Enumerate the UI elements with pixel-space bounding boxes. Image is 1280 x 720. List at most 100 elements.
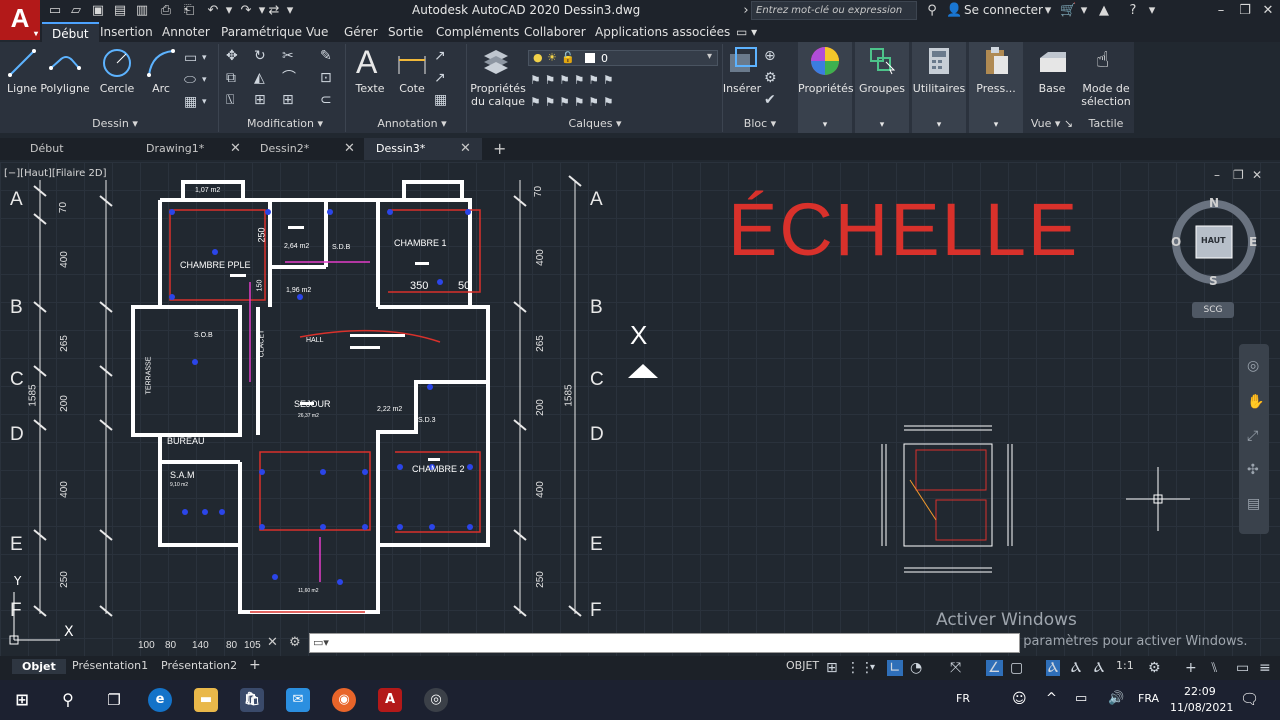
clean-screen-icon[interactable]: ▭ <box>1236 660 1249 676</box>
restore-icon[interactable]: ❐ <box>1237 3 1253 19</box>
copy-icon[interactable]: ⧉ <box>226 70 236 86</box>
save-as-icon[interactable]: ▤ <box>112 3 128 19</box>
lightbulb-icon[interactable]: ● <box>533 51 543 64</box>
close-tab-icon[interactable]: ✕ <box>460 138 471 160</box>
base-button-label[interactable]: Base <box>1028 82 1076 95</box>
panel-bloc-label[interactable]: Bloc ▾ <box>730 117 790 130</box>
workspace-icon[interactable]: ⚙ <box>1148 660 1161 676</box>
help-dropdown-icon[interactable]: ▾ <box>1144 3 1160 19</box>
layout-tab-presentation2[interactable]: Présentation2 <box>161 659 237 672</box>
new-tab-icon[interactable]: + <box>493 138 506 160</box>
annotation-monitor-icon[interactable]: + <box>1185 660 1197 676</box>
color-wheel-icon[interactable] <box>809 45 841 77</box>
file-explorer-icon[interactable]: ▬ <box>194 688 218 712</box>
line-icon[interactable] <box>7 48 37 78</box>
autocad-taskbar-icon[interactable]: A <box>378 688 402 712</box>
customization-icon[interactable]: ≡ <box>1259 660 1271 676</box>
network-icon[interactable]: ▭ <box>1075 691 1087 706</box>
insert-block-icon[interactable] <box>728 46 758 76</box>
ortho-mode-icon[interactable]: ∟ <box>887 660 903 676</box>
text-icon[interactable]: A <box>356 44 377 81</box>
mail-icon[interactable]: ✉ <box>286 688 310 712</box>
ucs-menu[interactable]: SCG <box>1192 302 1234 318</box>
user-icon[interactable]: 👤 <box>946 3 962 19</box>
object-snap-tracking-icon[interactable]: ∠ <box>986 660 1003 676</box>
grid-display-icon[interactable]: ⊞ <box>826 660 838 676</box>
plot-icon[interactable]: ⎗ <box>181 3 197 19</box>
pan-icon[interactable]: ✋ <box>1247 394 1264 410</box>
layer-dropdown[interactable]: ● ☀ 🔓 0 ▾ <box>528 50 718 66</box>
selection-mode-button-label[interactable]: Mode de sélection <box>1078 82 1134 108</box>
tab-insertion[interactable]: Insertion <box>100 25 153 39</box>
store-icon[interactable]: 🛍 <box>240 688 264 712</box>
stretch-icon[interactable]: ⍂ <box>226 92 234 108</box>
redo-icon[interactable]: ↷ <box>238 3 254 19</box>
panel-modification-label[interactable]: Modification ▾ <box>230 117 340 130</box>
groups-button-label[interactable]: Groupes <box>855 82 909 95</box>
fillet-icon[interactable]: ⌒ <box>282 70 296 86</box>
insert-button-label[interactable]: Insérer <box>722 82 762 95</box>
clock-time[interactable]: 22:09 <box>1184 685 1216 698</box>
panel-groupes[interactable]: Groupes ▾ <box>855 42 909 133</box>
viewcube-east[interactable]: E <box>1249 235 1257 249</box>
scale-icon[interactable]: ⊞ <box>254 92 266 108</box>
command-history-icon[interactable]: ▭▾ <box>313 636 329 649</box>
people-icon[interactable]: ☺ <box>1012 691 1027 707</box>
tray-up-icon[interactable]: ^ <box>1046 691 1057 706</box>
help-icon[interactable]: ? <box>1125 3 1141 19</box>
steering-wheel-icon[interactable]: ◎ <box>1247 358 1259 374</box>
panel-dessin-label[interactable]: Dessin ▾ <box>70 117 160 130</box>
polyline-icon[interactable] <box>48 50 82 76</box>
properties-dropdown-icon[interactable]: ▾ <box>798 119 852 132</box>
layer-tool-icon[interactable]: ⚑ ⚑ ⚑ ⚑ ⚑ ⚑ <box>530 72 614 88</box>
layer-properties-icon[interactable] <box>480 46 512 78</box>
tab-parametrique[interactable]: Paramétrique <box>221 25 302 39</box>
text-button-label[interactable]: Texte <box>352 82 388 95</box>
panel-proprietes[interactable]: Propriétés ▾ <box>798 42 854 133</box>
tab-complements[interactable]: Compléments <box>436 25 519 39</box>
offset-icon[interactable]: ⊂ <box>320 92 332 108</box>
input-language[interactable]: FR <box>956 692 970 705</box>
rectangle-dropdown-icon[interactable]: ▾ <box>202 50 207 66</box>
leader-icon[interactable]: ↗ <box>434 48 446 64</box>
viewcube-north[interactable]: N <box>1209 196 1219 210</box>
zoom-extents-icon[interactable]: ⤢ <box>1247 428 1258 444</box>
table-icon[interactable]: ▦ <box>434 92 447 108</box>
tab-debut[interactable]: Début <box>42 22 99 42</box>
notifications-icon[interactable]: 🗨 <box>1240 690 1259 708</box>
edge-browser-icon[interactable]: e <box>148 688 172 712</box>
tab-gerer[interactable]: Gérer <box>344 25 378 39</box>
panel-utilitaires[interactable]: Utilitaires ▾ <box>912 42 966 133</box>
base-view-icon[interactable] <box>1038 50 1068 74</box>
circle-button-label[interactable]: Cercle <box>98 82 136 95</box>
multileader-icon[interactable]: ↗ <box>434 70 446 86</box>
task-view-icon[interactable]: ❐ <box>102 688 126 712</box>
keyboard-language[interactable]: FRA <box>1138 692 1159 705</box>
model-space-toggle[interactable]: OBJET <box>786 659 819 672</box>
panel-tactile-label[interactable]: Tactile <box>1078 117 1134 130</box>
recording-app-icon[interactable]: ◎ <box>424 688 448 712</box>
signin-dropdown-icon[interactable]: ▾ <box>1040 3 1056 19</box>
rotate-icon[interactable]: ↻ <box>254 48 266 64</box>
isometric-icon[interactable]: ⤧ <box>950 660 961 676</box>
panel-tactile[interactable]: ☝ Mode de sélection Tactile <box>1078 42 1134 133</box>
arc-button-label[interactable]: Arc <box>144 82 178 95</box>
trim-icon[interactable]: ✂ <box>282 48 294 64</box>
floor-plan-drawing[interactable] <box>0 162 1280 656</box>
command-line-input[interactable]: ▭▾ <box>309 633 1020 653</box>
undo-icon[interactable]: ↶ <box>205 3 221 19</box>
tab-annoter[interactable]: Annoter <box>162 25 210 39</box>
annotation-visibility-icon[interactable]: Ⲁ <box>1046 660 1061 676</box>
create-block-icon[interactable]: ⊕ <box>764 48 776 64</box>
application-menu-button[interactable]: A ▾ <box>0 0 40 40</box>
auto-scale-icon[interactable]: Ⲁ <box>1071 660 1081 676</box>
panel-annotation-label[interactable]: Annotation ▾ <box>362 117 462 130</box>
layer-dropdown-arrow-icon[interactable]: ▾ <box>707 51 712 62</box>
utilities-dropdown-icon[interactable]: ▾ <box>912 119 966 132</box>
clipboard-button-label[interactable]: Press... <box>969 82 1023 95</box>
close-tab-icon[interactable]: ✕ <box>344 138 355 160</box>
quick-access-dropdown-icon[interactable]: ▾ <box>282 3 298 19</box>
snap-dropdown-icon[interactable]: ▾ <box>870 660 875 676</box>
panel-calques-label[interactable]: Calques ▾ <box>540 117 650 130</box>
add-layout-icon[interactable]: + <box>249 657 261 673</box>
